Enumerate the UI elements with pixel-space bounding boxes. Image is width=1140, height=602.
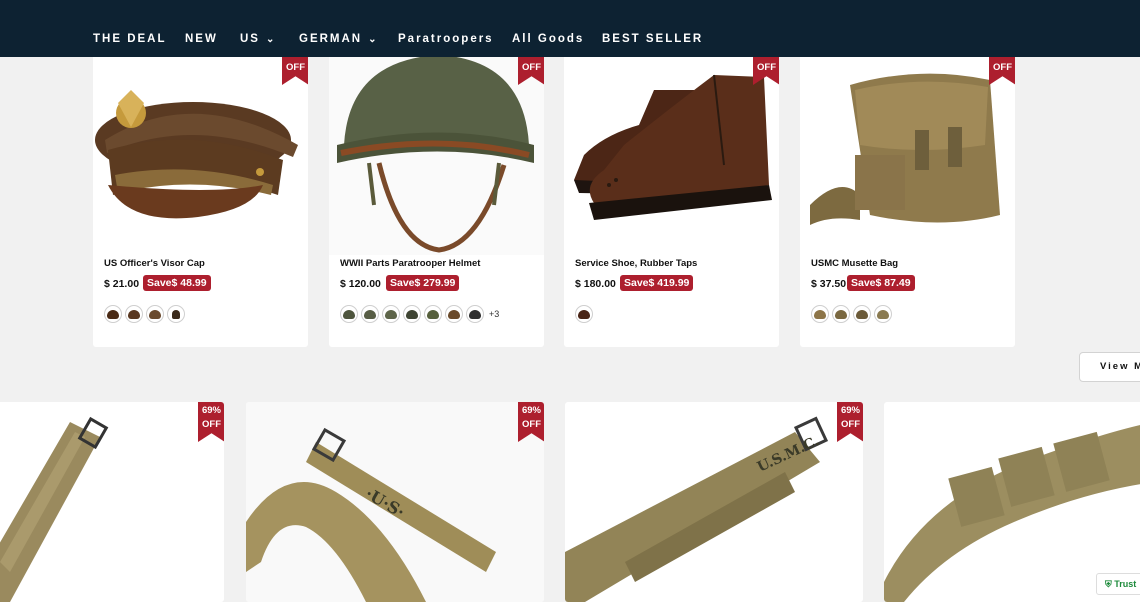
officer-visor-cap-icon[interactable] bbox=[93, 45, 308, 245]
musette-bag-icon[interactable] bbox=[800, 45, 1015, 245]
web-belt-icon[interactable]: U.S.M.C. bbox=[565, 402, 863, 602]
save-badge: Save$ 419.99 bbox=[620, 275, 694, 291]
swatch[interactable] bbox=[167, 305, 185, 323]
swatch[interactable] bbox=[445, 305, 463, 323]
product-card[interactable]: 69%OFF Service Shoe, Rubber Taps $ 180.0… bbox=[564, 45, 779, 347]
swatch[interactable] bbox=[466, 305, 484, 323]
save-badge: Save$ 48.99 bbox=[143, 275, 211, 291]
color-swatches bbox=[575, 305, 596, 323]
swatch[interactable] bbox=[361, 305, 379, 323]
swatch[interactable] bbox=[575, 305, 593, 323]
nav-label: NEW bbox=[185, 33, 218, 45]
discount-percent: 69% bbox=[521, 405, 541, 416]
product-price: $ 37.50 bbox=[811, 278, 847, 290]
swatch[interactable] bbox=[104, 305, 122, 323]
discount-off-label: OFF bbox=[993, 62, 1012, 73]
discount-off-label: OFF bbox=[286, 62, 305, 73]
nav-paratroopers[interactable]: Paratroopers bbox=[398, 33, 494, 45]
nav-label: Paratroopers bbox=[398, 33, 494, 45]
swatch[interactable] bbox=[146, 305, 164, 323]
product-title[interactable]: WWII Parts Paratrooper Helmet bbox=[340, 258, 480, 269]
save-badge: Save$ 279.99 bbox=[386, 275, 460, 291]
discount-percent: 69% bbox=[201, 405, 221, 416]
product-title[interactable]: USMC Musette Bag bbox=[811, 258, 898, 269]
product-card[interactable]: 69%OFF US Officer's Visor Cap $ 21.00 Sa… bbox=[93, 45, 308, 347]
product-price: $ 21.00 bbox=[104, 278, 140, 290]
color-swatches bbox=[811, 305, 895, 323]
swatch[interactable] bbox=[382, 305, 400, 323]
save-badge: Save$ 87.49 bbox=[847, 275, 915, 291]
paratrooper-helmet-icon[interactable] bbox=[329, 45, 544, 255]
chevron-down-icon: ⌄ bbox=[368, 34, 379, 45]
swatch[interactable] bbox=[403, 305, 421, 323]
product-price: $ 180.00 bbox=[575, 278, 616, 290]
nav-all-goods[interactable]: All Goods bbox=[512, 33, 584, 45]
product-card[interactable]: 69%OFF WWII Parts Paratrooper Helmet $ 1… bbox=[329, 45, 544, 347]
swatch[interactable] bbox=[853, 305, 871, 323]
discount-off-label: OFF bbox=[202, 419, 221, 430]
product-title[interactable]: Service Shoe, Rubber Taps bbox=[575, 258, 697, 269]
product-price: $ 120.00 bbox=[340, 278, 381, 290]
product-card[interactable]: U.S.M.C. 69% OFF bbox=[565, 402, 863, 602]
nav-label: GERMAN bbox=[299, 33, 363, 45]
color-swatches: +3 bbox=[340, 305, 499, 323]
web-belt-icon[interactable] bbox=[0, 402, 224, 602]
swatch[interactable] bbox=[424, 305, 442, 323]
discount-off-label: OFF bbox=[757, 62, 776, 73]
trust-badge-label: Trust bbox=[1114, 579, 1137, 589]
nav-label: US bbox=[240, 33, 260, 45]
nav-the-deal[interactable]: THE DEAL bbox=[93, 33, 167, 45]
product-card[interactable] bbox=[884, 402, 1140, 602]
nav-us[interactable]: US ⌄ bbox=[240, 33, 276, 45]
swatch[interactable] bbox=[340, 305, 358, 323]
product-card[interactable]: 69%OFF USMC Musette Bag $ 37.50 Save$ 87… bbox=[800, 45, 1015, 347]
nav-best-seller[interactable]: BEST SELLER bbox=[602, 33, 703, 45]
service-shoe-icon[interactable] bbox=[564, 45, 779, 245]
discount-off-label: OFF bbox=[522, 62, 541, 73]
trust-badge[interactable]: ⛨ Trust bbox=[1096, 573, 1140, 595]
discount-percent: 69% bbox=[840, 405, 860, 416]
swatch[interactable] bbox=[811, 305, 829, 323]
more-swatches-count[interactable]: +3 bbox=[489, 309, 499, 319]
color-swatches bbox=[104, 305, 188, 323]
nav-german[interactable]: GERMAN ⌄ bbox=[299, 33, 379, 45]
shield-check-icon: ⛨ bbox=[1105, 579, 1115, 589]
web-belt-icon[interactable]: ·U·S· bbox=[246, 402, 544, 602]
top-navigation-bar: THE DEAL NEW US ⌄ GERMAN ⌄ Paratroopers Al… bbox=[0, 0, 1140, 57]
chevron-down-icon: ⌄ bbox=[265, 34, 277, 45]
swatch[interactable] bbox=[125, 305, 143, 323]
swatch[interactable] bbox=[832, 305, 850, 323]
swatch[interactable] bbox=[874, 305, 892, 323]
product-card[interactable]: 69% OFF bbox=[0, 402, 224, 602]
discount-off-label: OFF bbox=[522, 419, 541, 430]
product-title[interactable]: US Officer's Visor Cap bbox=[104, 258, 205, 269]
view-more-button[interactable]: View M bbox=[1079, 352, 1140, 382]
nav-new[interactable]: NEW bbox=[185, 33, 218, 45]
nav-label: THE DEAL bbox=[93, 33, 167, 45]
discount-off-label: OFF bbox=[841, 419, 860, 430]
web-belt-icon[interactable] bbox=[884, 402, 1140, 602]
nav-label: All Goods bbox=[512, 33, 585, 45]
product-card[interactable]: ·U·S· 69% OFF bbox=[246, 402, 544, 602]
nav-label: BEST SELLER bbox=[602, 33, 704, 45]
